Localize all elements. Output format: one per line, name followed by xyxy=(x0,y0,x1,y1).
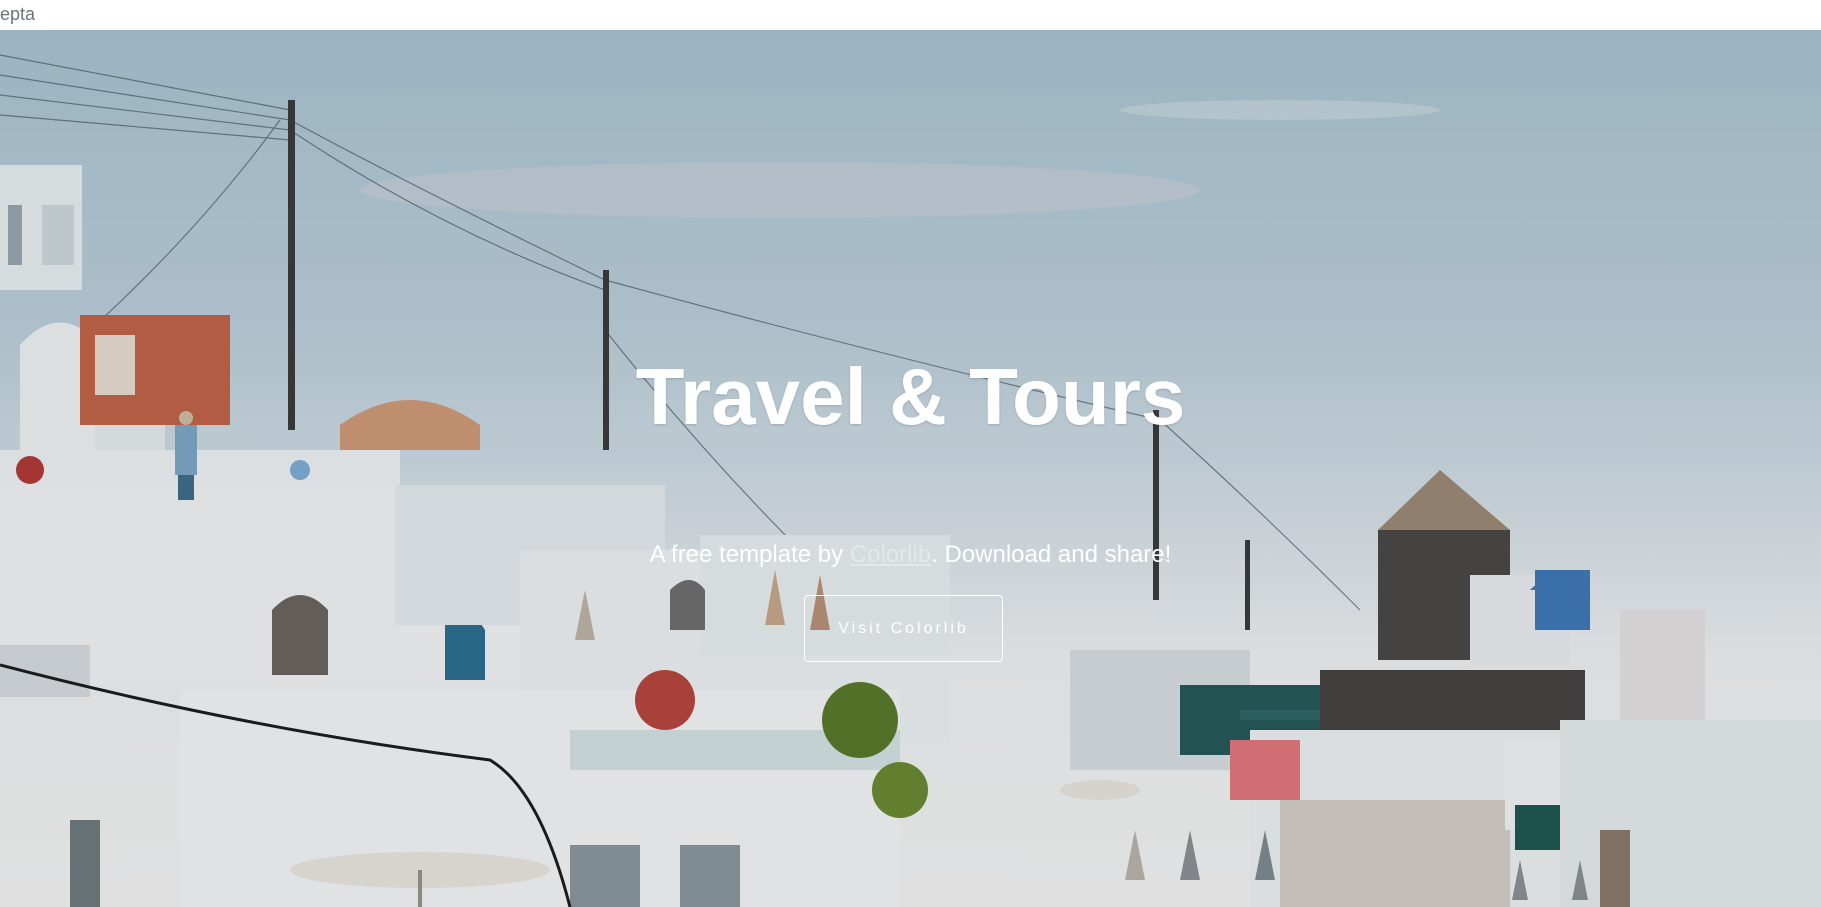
hero-subtitle-text-end: . Download and share! xyxy=(931,541,1172,568)
visit-colorlib-button[interactable]: Visit Colorlib xyxy=(804,595,1003,662)
hero-title: Travel & Tours xyxy=(635,352,1186,441)
hero-subtitle: A free template by Colorlib. Download an… xyxy=(0,540,1821,570)
hero-subtitle-text: A free template by xyxy=(649,541,850,568)
hero-section: Travel & Tours A free template by Colorl… xyxy=(0,30,1821,907)
brand-logo[interactable]: epta xyxy=(0,4,35,24)
top-navbar: epta xyxy=(0,0,1821,30)
hero-content: Travel & Tours A free template by Colorl… xyxy=(0,30,1821,907)
colorlib-link[interactable]: Colorlib xyxy=(850,541,931,568)
